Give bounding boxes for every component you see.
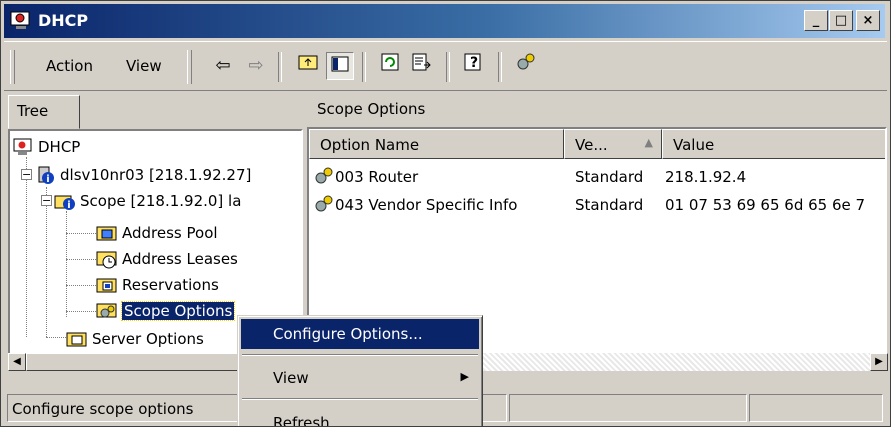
column-header-option-name[interactable]: Option Name xyxy=(309,129,564,159)
menu-item-label: View xyxy=(273,369,309,387)
tree-item-address-leases[interactable]: Address Leases xyxy=(96,247,238,271)
toolbar-grip-2[interactable] xyxy=(187,50,192,84)
option-gear-icon xyxy=(313,194,335,218)
column-header-vendor[interactable]: Ve... ▲ xyxy=(564,129,662,159)
maximize-button[interactable]: □ xyxy=(829,10,853,31)
tab-tree[interactable]: Tree xyxy=(8,95,80,129)
tree-item-label: Address Pool xyxy=(122,224,218,242)
collapse-toggle[interactable]: − xyxy=(41,195,52,206)
scroll-left-icon[interactable]: ◀ xyxy=(8,353,26,371)
tree-item-scope-options[interactable]: Scope Options xyxy=(96,299,236,323)
svg-text:?: ? xyxy=(470,55,478,71)
option-vendor: Standard xyxy=(575,168,644,186)
refresh-icon[interactable] xyxy=(376,52,404,80)
toolbar-separator xyxy=(446,52,450,82)
option-name: 003 Router xyxy=(335,168,419,186)
tree-item-scope[interactable]: i Scope [218.1.92.0] la xyxy=(54,189,241,213)
submenu-arrow-icon: ▶ xyxy=(460,370,469,383)
toolbar-separator xyxy=(498,52,502,82)
dhcp-window: DHCP _ □ × Action View ⇦ ⇨ ? Tree DHCP −… xyxy=(0,0,891,427)
server-options-icon xyxy=(66,329,88,349)
address-leases-icon xyxy=(96,249,118,269)
title-bar[interactable]: DHCP _ □ × xyxy=(4,4,885,38)
tree-connector xyxy=(66,233,96,234)
column-header-value[interactable]: Value xyxy=(662,129,885,159)
tree-item-label: Reservations xyxy=(122,276,219,294)
menu-item-configure-options[interactable]: Configure Options... xyxy=(241,319,479,349)
server-icon: i xyxy=(34,165,56,185)
option-name: 043 Vendor Specific Info xyxy=(335,196,518,214)
list-row[interactable]: 003 Router Standard 218.1.92.4 xyxy=(313,165,883,191)
right-pane-title: Scope Options xyxy=(307,95,887,125)
column-header-label: Ve... xyxy=(575,136,608,154)
tree-connector xyxy=(66,211,67,317)
option-gear-icon xyxy=(313,166,335,190)
show-hide-tree-icon[interactable] xyxy=(326,52,354,80)
tree-item-dhcp[interactable]: DHCP xyxy=(12,135,80,159)
context-menu: Configure Options... View ▶ Refresh xyxy=(237,315,483,426)
forward-arrow-icon[interactable]: ⇨ xyxy=(242,52,270,80)
tree-connector xyxy=(46,337,66,338)
tree-item-reservations[interactable]: Reservations xyxy=(96,273,219,297)
up-folder-icon[interactable] xyxy=(294,52,322,80)
tree-connector xyxy=(46,187,47,337)
status-panel xyxy=(749,394,883,422)
tree-item-server[interactable]: i dlsv10nr03 [218.1.92.27] xyxy=(34,163,251,187)
tree-connector xyxy=(66,285,96,286)
address-pool-icon xyxy=(96,223,118,243)
tree-item-label: Server Options xyxy=(92,330,204,348)
sort-ascending-icon: ▲ xyxy=(644,136,653,149)
menu-item-view[interactable]: View ▶ xyxy=(241,363,479,393)
toolbar-separator xyxy=(278,52,282,82)
collapse-toggle[interactable]: − xyxy=(21,169,32,180)
tree-item-label: Scope Options xyxy=(120,301,236,321)
dhcp-console-icon xyxy=(12,137,34,157)
toolbar: Action View ⇦ ⇨ ? xyxy=(4,41,887,91)
menu-separator xyxy=(242,354,478,356)
tree-item-label: dlsv10nr03 [218.1.92.27] xyxy=(60,166,252,184)
tree-item-address-pool[interactable]: Address Pool xyxy=(96,221,218,245)
reservations-icon xyxy=(96,275,118,295)
tree-item-server-options[interactable]: Server Options xyxy=(66,327,204,351)
dhcp-app-icon xyxy=(10,11,30,29)
menu-separator xyxy=(242,398,478,400)
export-list-icon[interactable] xyxy=(408,52,436,80)
scroll-right-icon[interactable]: ▶ xyxy=(870,353,888,371)
tree-connector xyxy=(66,259,96,260)
tree-item-label: Address Leases xyxy=(122,250,238,268)
menu-action[interactable]: Action xyxy=(46,57,93,75)
svg-text:i: i xyxy=(67,200,70,211)
option-value: 218.1.92.4 xyxy=(665,168,747,186)
menu-view[interactable]: View xyxy=(126,57,162,75)
tree-connector xyxy=(26,157,27,337)
toolbar-separator xyxy=(362,52,366,82)
scope-options-icon xyxy=(96,301,118,321)
window-title: DHCP xyxy=(38,11,89,30)
back-arrow-icon[interactable]: ⇦ xyxy=(209,52,237,80)
tree-connector xyxy=(66,311,96,312)
tree-item-label: DHCP xyxy=(38,138,81,156)
list-row[interactable]: 043 Vendor Specific Info Standard 01 07 … xyxy=(313,193,883,219)
configure-options-icon[interactable] xyxy=(512,52,540,80)
tree-item-label: Scope [218.1.92.0] la xyxy=(80,192,242,210)
scope-folder-icon: i xyxy=(54,191,76,211)
help-icon[interactable]: ? xyxy=(460,52,488,80)
option-vendor: Standard xyxy=(575,196,644,214)
close-button[interactable]: × xyxy=(856,10,880,31)
svg-text:i: i xyxy=(46,174,49,185)
minimize-button[interactable]: _ xyxy=(804,10,828,31)
status-panel xyxy=(509,394,747,422)
toolbar-grip[interactable] xyxy=(10,50,15,84)
option-value: 01 07 53 69 65 6d 65 6e 7 xyxy=(665,196,866,214)
menu-item-refresh[interactable]: Refresh xyxy=(241,408,479,426)
